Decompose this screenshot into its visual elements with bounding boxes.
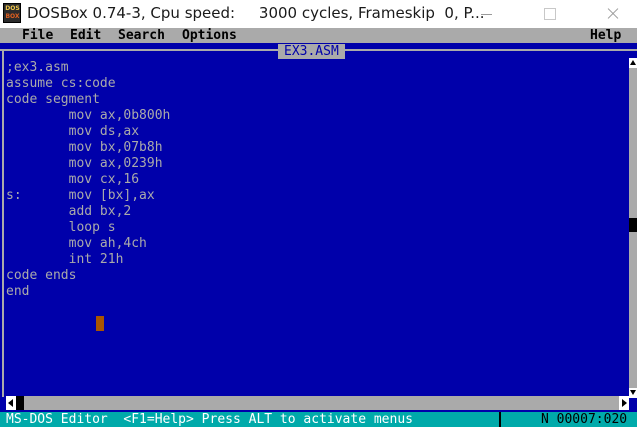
menu-help[interactable]: Help xyxy=(590,28,621,43)
vertical-scroll-thumb[interactable] xyxy=(629,218,637,232)
scroll-down-arrow-icon[interactable] xyxy=(629,388,637,398)
dosbox-icon: DOS BOX xyxy=(3,3,21,23)
code-line: mov ah,4ch xyxy=(6,236,147,251)
status-bar: MS-DOS Editor <F1=Help> Press ALT to act… xyxy=(0,412,637,427)
menu-search[interactable]: Search xyxy=(118,28,165,43)
code-line: loop s xyxy=(6,220,116,235)
document-title: EX3.ASM xyxy=(278,44,345,59)
vertical-scrollbar[interactable] xyxy=(629,58,637,398)
minimize-icon[interactable] xyxy=(464,0,508,28)
close-icon[interactable] xyxy=(590,0,634,28)
scroll-up-arrow-icon[interactable] xyxy=(629,58,637,68)
editor-frame-left xyxy=(2,49,4,397)
window-titlebar[interactable]: DOS BOX DOSBox 0.74-3, Cpu speed: 3000 c… xyxy=(0,0,637,28)
dosbox-icon-bottom: BOX xyxy=(5,13,20,20)
code-line: assume cs:code xyxy=(6,76,116,91)
code-line: mov ax,0239h xyxy=(6,156,163,171)
menu-bar: File Edit Search Options Help xyxy=(0,28,637,43)
code-line: s: mov [bx],ax xyxy=(6,188,155,203)
editor-text-area[interactable]: ;ex3.asm assume cs:code code segment mov… xyxy=(6,60,626,396)
menu-edit[interactable]: Edit xyxy=(70,28,101,43)
code-line: ;ex3.asm xyxy=(6,60,69,75)
code-line: end xyxy=(6,284,30,299)
dos-screen[interactable]: File Edit Search Options Help EX3.ASM ;e… xyxy=(0,28,637,427)
window-title: DOSBox 0.74-3, Cpu speed: 3000 cycles, F… xyxy=(27,4,485,22)
horizontal-scroll-thumb[interactable] xyxy=(16,396,24,410)
scroll-left-arrow-icon[interactable] xyxy=(6,396,16,410)
code-line: int 21h xyxy=(6,252,124,267)
code-line: add bx,2 xyxy=(6,204,132,219)
code-line: mov bx,07b8h xyxy=(6,140,163,155)
cursor-position: N 00007:020 xyxy=(541,412,628,427)
scroll-right-arrow-icon[interactable] xyxy=(619,396,629,410)
code-line: mov ax,0b800h xyxy=(6,108,171,123)
code-line: mov ds,ax xyxy=(6,124,140,139)
maximize-icon[interactable] xyxy=(528,0,572,28)
code-line: mov cx,16 xyxy=(6,172,140,187)
text-cursor xyxy=(96,316,104,331)
code-line: code segment xyxy=(6,92,100,107)
menu-options[interactable]: Options xyxy=(182,28,237,43)
menu-file[interactable]: File xyxy=(22,28,53,43)
horizontal-scrollbar[interactable] xyxy=(6,396,629,410)
status-message: MS-DOS Editor <F1=Help> Press ALT to act… xyxy=(6,412,413,427)
code-line: code ends xyxy=(6,268,77,283)
status-divider xyxy=(499,412,501,427)
dosbox-icon-top: DOS xyxy=(5,5,20,12)
